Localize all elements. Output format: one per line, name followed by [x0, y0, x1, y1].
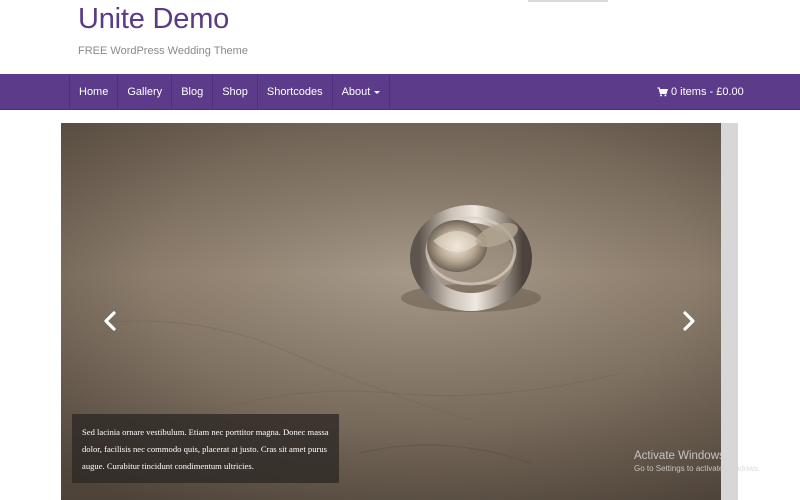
content-side-gutter	[721, 123, 738, 500]
nav-menu: Home Gallery Blog Shop Shortcodes About	[69, 74, 391, 110]
nav-item-label: About	[341, 86, 371, 98]
watermark-title: Activate Windows	[634, 450, 725, 462]
slider-next-button[interactable]	[678, 309, 698, 333]
nav-item-label: Gallery	[127, 86, 163, 98]
top-divider	[528, 0, 608, 2]
slide-caption: Sed lacinia ornare vestibulum. Etiam nec…	[72, 414, 339, 483]
site-tagline: FREE WordPress Wedding Theme	[78, 45, 248, 57]
chevron-left-icon	[104, 311, 116, 331]
nav-item-gallery[interactable]: Gallery	[118, 74, 173, 110]
site-title[interactable]: Unite Demo	[78, 2, 248, 36]
slider-prev-button[interactable]	[101, 309, 121, 333]
nav-item-home[interactable]: Home	[69, 74, 119, 110]
hero-slider[interactable]: Sed lacinia ornare vestibulum. Etiam nec…	[61, 123, 721, 500]
cart-summary: 0 items - £0.00	[671, 86, 744, 98]
nav-item-blog[interactable]: Blog	[172, 74, 214, 110]
chevron-right-icon	[683, 311, 695, 331]
watermark-subtitle: Go to Settings to activate Windows.	[634, 464, 761, 473]
nav-item-label: Home	[79, 86, 109, 98]
nav-item-label: Blog	[181, 86, 204, 98]
site-branding: Unite Demo FREE WordPress Wedding Theme	[78, 2, 248, 57]
nav-item-label: Shop	[222, 86, 248, 98]
nav-item-shortcodes[interactable]: Shortcodes	[258, 74, 333, 110]
nav-item-shop[interactable]: Shop	[213, 74, 258, 110]
activation-watermark: Activate Windows Go to Settings to activ…	[634, 450, 760, 473]
cart-icon	[657, 87, 668, 97]
nav-item-about[interactable]: About	[333, 74, 391, 110]
cart-link[interactable]: 0 items - £0.00	[657, 74, 744, 110]
main-navbar: Home Gallery Blog Shop Shortcodes About …	[0, 74, 800, 110]
caret-down-icon	[374, 90, 381, 94]
nav-item-label: Shortcodes	[266, 86, 323, 98]
slide-caption-text: Sed lacinia ornare vestibulum. Etiam nec…	[82, 427, 329, 471]
